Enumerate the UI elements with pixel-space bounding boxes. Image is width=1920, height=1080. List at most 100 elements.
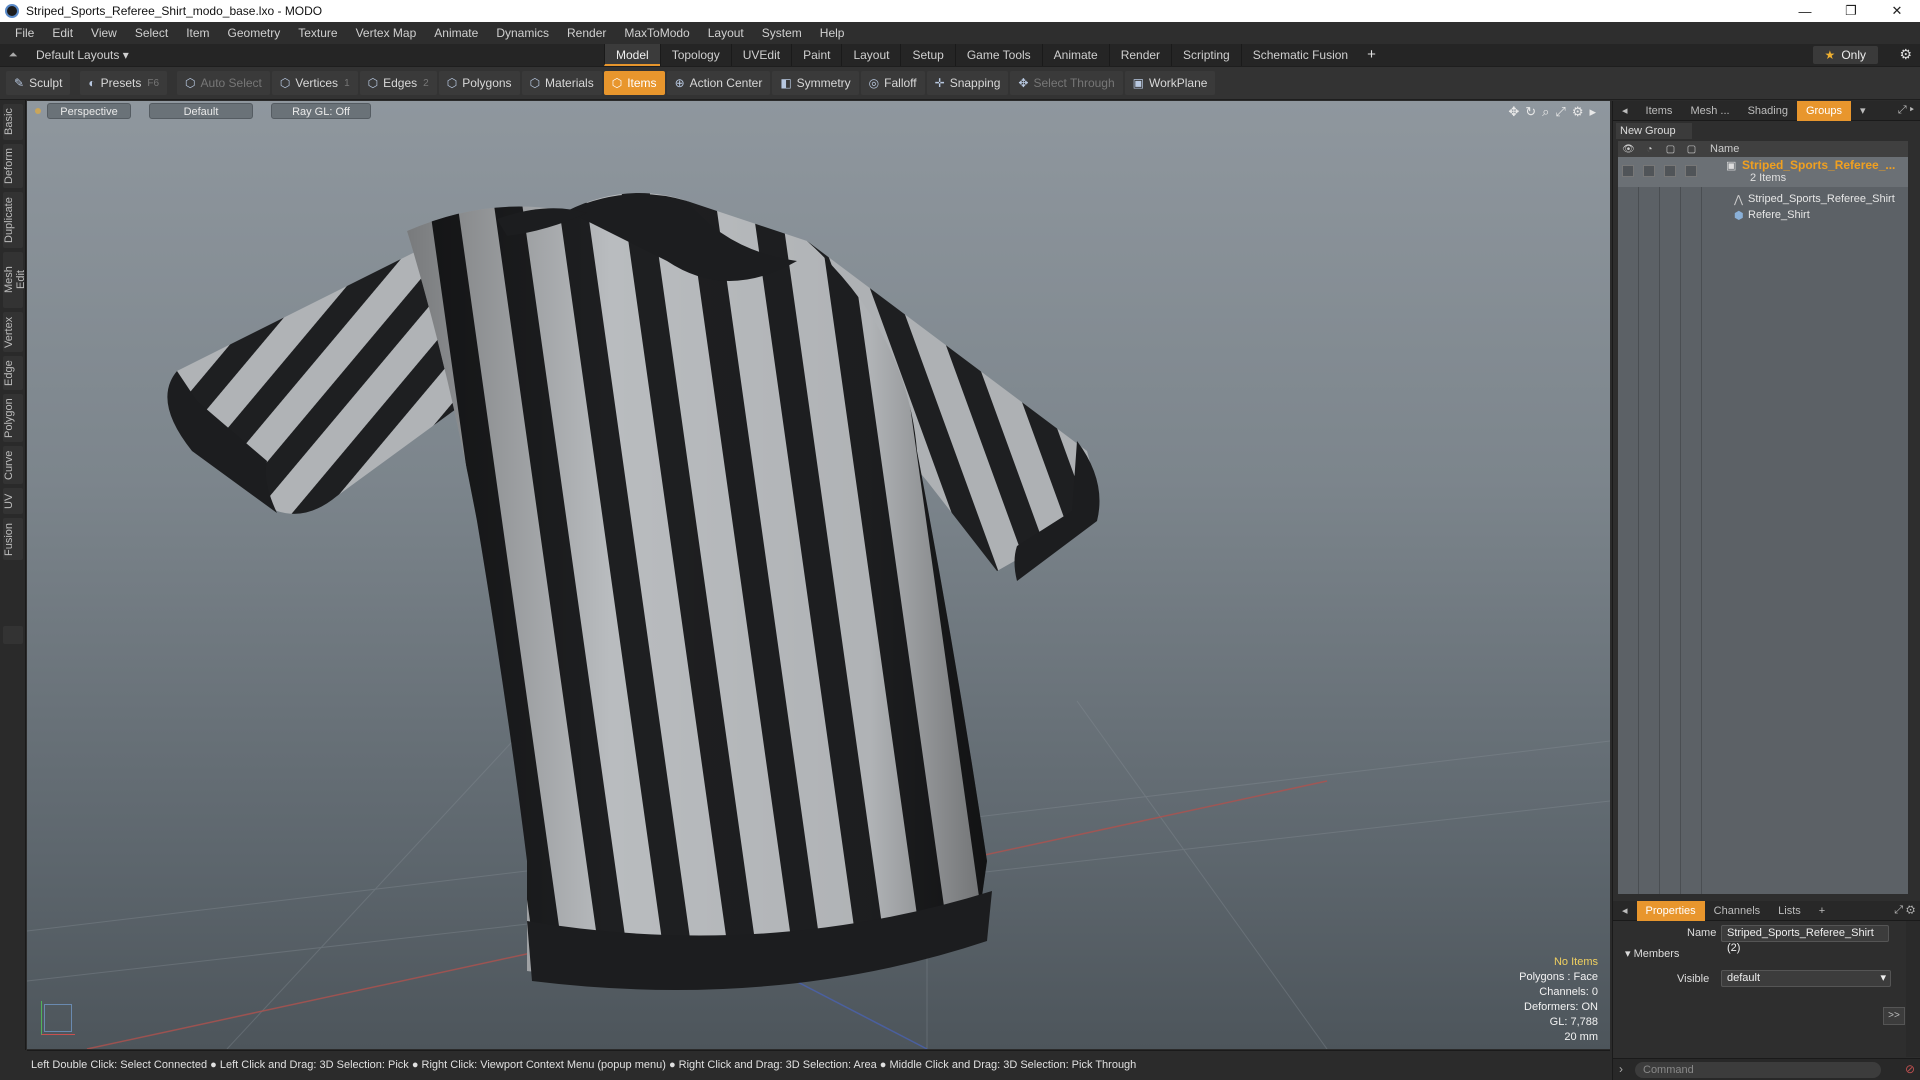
tab-topology[interactable]: Topology [659, 44, 731, 66]
command-input[interactable]: Command [1635, 1062, 1881, 1078]
properties-expand-icon[interactable]: ⤢ ⚙ [1888, 904, 1920, 917]
viewport-menu-icon[interactable]: ▸ [1589, 104, 1596, 120]
name-field[interactable]: Striped_Sports_Referee_Shirt (2) [1721, 925, 1889, 954]
tab-uvedit[interactable]: UVEdit [730, 44, 791, 66]
vtab-curve[interactable]: Curve [3, 446, 23, 484]
tab-layout[interactable]: Layout [841, 44, 900, 66]
materials-button[interactable]: ⬡ Materials [521, 71, 602, 95]
menu-geometry[interactable]: Geometry [219, 22, 290, 44]
tab-items[interactable]: Items [1637, 101, 1682, 121]
vtab-polygon[interactable]: Polygon [3, 394, 23, 442]
menu-animate[interactable]: Animate [425, 22, 487, 44]
strip-toggle-button[interactable] [3, 626, 23, 644]
add-tab-button[interactable]: + [1359, 44, 1384, 66]
raygl-toggle[interactable]: Ray GL: Off [271, 103, 371, 119]
zoom-icon[interactable]: ⌕ [1542, 104, 1549, 120]
tab-properties[interactable]: Properties [1636, 900, 1705, 921]
menu-edit[interactable]: Edit [43, 22, 82, 44]
minimize-button[interactable]: — [1782, 0, 1828, 22]
tab-groups[interactable]: Groups [1796, 100, 1852, 121]
3d-viewport[interactable]: Perspective Default Ray GL: Off ✥ ↻ ⌕ ⤢ … [27, 101, 1610, 1049]
menu-texture[interactable]: Texture [289, 22, 346, 44]
select-toggle[interactable] [1685, 165, 1697, 177]
group-child-row[interactable]: ⋀ Striped_Sports_Referee_Shirt [1618, 193, 1908, 209]
tab-lists[interactable]: Lists [1769, 901, 1810, 921]
tab-shading[interactable]: Shading [1739, 101, 1797, 121]
workplane-button[interactable]: ▣ WorkPlane [1124, 71, 1216, 95]
lock-toggle[interactable] [1664, 165, 1676, 177]
tab-render[interactable]: Render [1108, 44, 1171, 66]
menu-file[interactable]: File [6, 22, 43, 44]
layouts-dropdown[interactable]: Default Layouts ▾ [36, 48, 129, 62]
snapping-button[interactable]: ✛ Snapping [926, 71, 1009, 95]
tab-schematic-fusion[interactable]: Schematic Fusion [1240, 44, 1359, 66]
menu-render[interactable]: Render [558, 22, 615, 44]
properties-menu-icon[interactable]: ◂ [1613, 901, 1637, 921]
close-button[interactable]: ✕ [1874, 0, 1920, 22]
vtab-fusion[interactable]: Fusion [3, 518, 23, 560]
select-through-button[interactable]: ✥ Select Through [1010, 71, 1123, 95]
members-section[interactable]: ▾ Members [1625, 947, 1679, 960]
tabs-dropdown-icon[interactable]: ▾ [1851, 101, 1875, 121]
only-button[interactable]: ★ Only [1812, 46, 1878, 64]
referee-shirt-mesh[interactable] [167, 193, 1100, 990]
render-toggle[interactable] [1643, 165, 1655, 177]
menu-select[interactable]: Select [126, 22, 177, 44]
restore-button[interactable]: ❐ [1828, 0, 1874, 22]
lock-column-icon[interactable]: ▢ [1660, 144, 1681, 155]
action-center-button[interactable]: ⊕ Action Center [666, 71, 771, 95]
tab-model[interactable]: Model [604, 44, 660, 66]
viewport-settings-icon[interactable]: ⚙ [1572, 104, 1584, 120]
name-column-header[interactable]: Name [1710, 143, 1739, 155]
symmetry-button[interactable]: ◧ Symmetry [772, 71, 859, 95]
vtab-deform[interactable]: Deform [3, 144, 23, 188]
items-button[interactable]: ⬡ Items [603, 71, 665, 95]
fit-icon[interactable]: ⤢ [1555, 104, 1565, 120]
menu-item[interactable]: Item [177, 22, 218, 44]
panel-menu-icon[interactable]: ◂ [1613, 101, 1637, 121]
vtab-edge[interactable]: Edge [3, 356, 23, 390]
forward-button[interactable]: >> [1883, 1007, 1905, 1025]
shading-dropdown[interactable]: Default [149, 103, 253, 119]
view-dropdown[interactable]: Perspective [47, 103, 131, 119]
tab-game-tools[interactable]: Game Tools [954, 44, 1042, 66]
vtab-uv[interactable]: UV [3, 488, 23, 514]
new-group-button[interactable]: New Group [1616, 123, 1692, 139]
menu-maxtomodo[interactable]: MaxToModo [615, 22, 698, 44]
menu-system[interactable]: System [753, 22, 811, 44]
tab-scripting[interactable]: Scripting [1171, 44, 1241, 66]
vtab-vertex[interactable]: Vertex [3, 312, 23, 352]
select-column-icon[interactable]: ▢ [1681, 144, 1702, 155]
gear-icon[interactable]: ⚙ [1899, 46, 1912, 63]
group-child-row[interactable]: ⬢ Refere_Shirt [1618, 209, 1908, 225]
expand-panel-icon[interactable]: ⤢ ▸ [1892, 104, 1920, 117]
add-properties-tab[interactable]: + [1810, 901, 1834, 921]
vtab-duplicate[interactable]: Duplicate [3, 192, 23, 248]
visibility-column-icon[interactable]: 👁 [1618, 144, 1639, 155]
pan-icon[interactable]: ✥ [1508, 104, 1519, 120]
render-column-icon[interactable]: ◔ [1639, 144, 1660, 155]
polygons-button[interactable]: ⬡ Polygons [438, 71, 520, 95]
sculpt-button[interactable]: ✎ Sculpt [6, 71, 71, 95]
menu-layout[interactable]: Layout [699, 22, 753, 44]
falloff-button[interactable]: ◎ Falloff [860, 71, 925, 95]
group-row[interactable]: ▣ Striped_Sports_Referee_... 2 Items [1618, 157, 1908, 187]
menu-view[interactable]: View [82, 22, 126, 44]
group-name[interactable]: Striped_Sports_Referee_... [1742, 158, 1895, 172]
rotate-icon[interactable]: ↻ [1525, 104, 1536, 120]
menu-help[interactable]: Help [811, 22, 854, 44]
presets-button[interactable]: ◐ Presets F6 [80, 71, 168, 95]
vertices-button[interactable]: ⬡ Vertices 1 [271, 71, 358, 95]
collapse-icon[interactable]: ⏶ [4, 49, 22, 62]
tab-mesh[interactable]: Mesh ... [1681, 101, 1738, 121]
vtab-mesh-edit[interactable]: Mesh Edit [3, 252, 27, 308]
visibility-toggle[interactable] [1622, 165, 1634, 177]
command-history-icon[interactable]: ⊘ [1905, 1062, 1915, 1076]
menu-vertex-map[interactable]: Vertex Map [347, 22, 426, 44]
tab-setup[interactable]: Setup [900, 44, 954, 66]
edges-button[interactable]: ⬡ Edges 2 [359, 71, 437, 95]
tab-channels[interactable]: Channels [1705, 901, 1769, 921]
auto-select-button[interactable]: ⬡ Auto Select [177, 71, 270, 95]
tab-animate[interactable]: Animate [1041, 44, 1109, 66]
menu-dynamics[interactable]: Dynamics [487, 22, 558, 44]
